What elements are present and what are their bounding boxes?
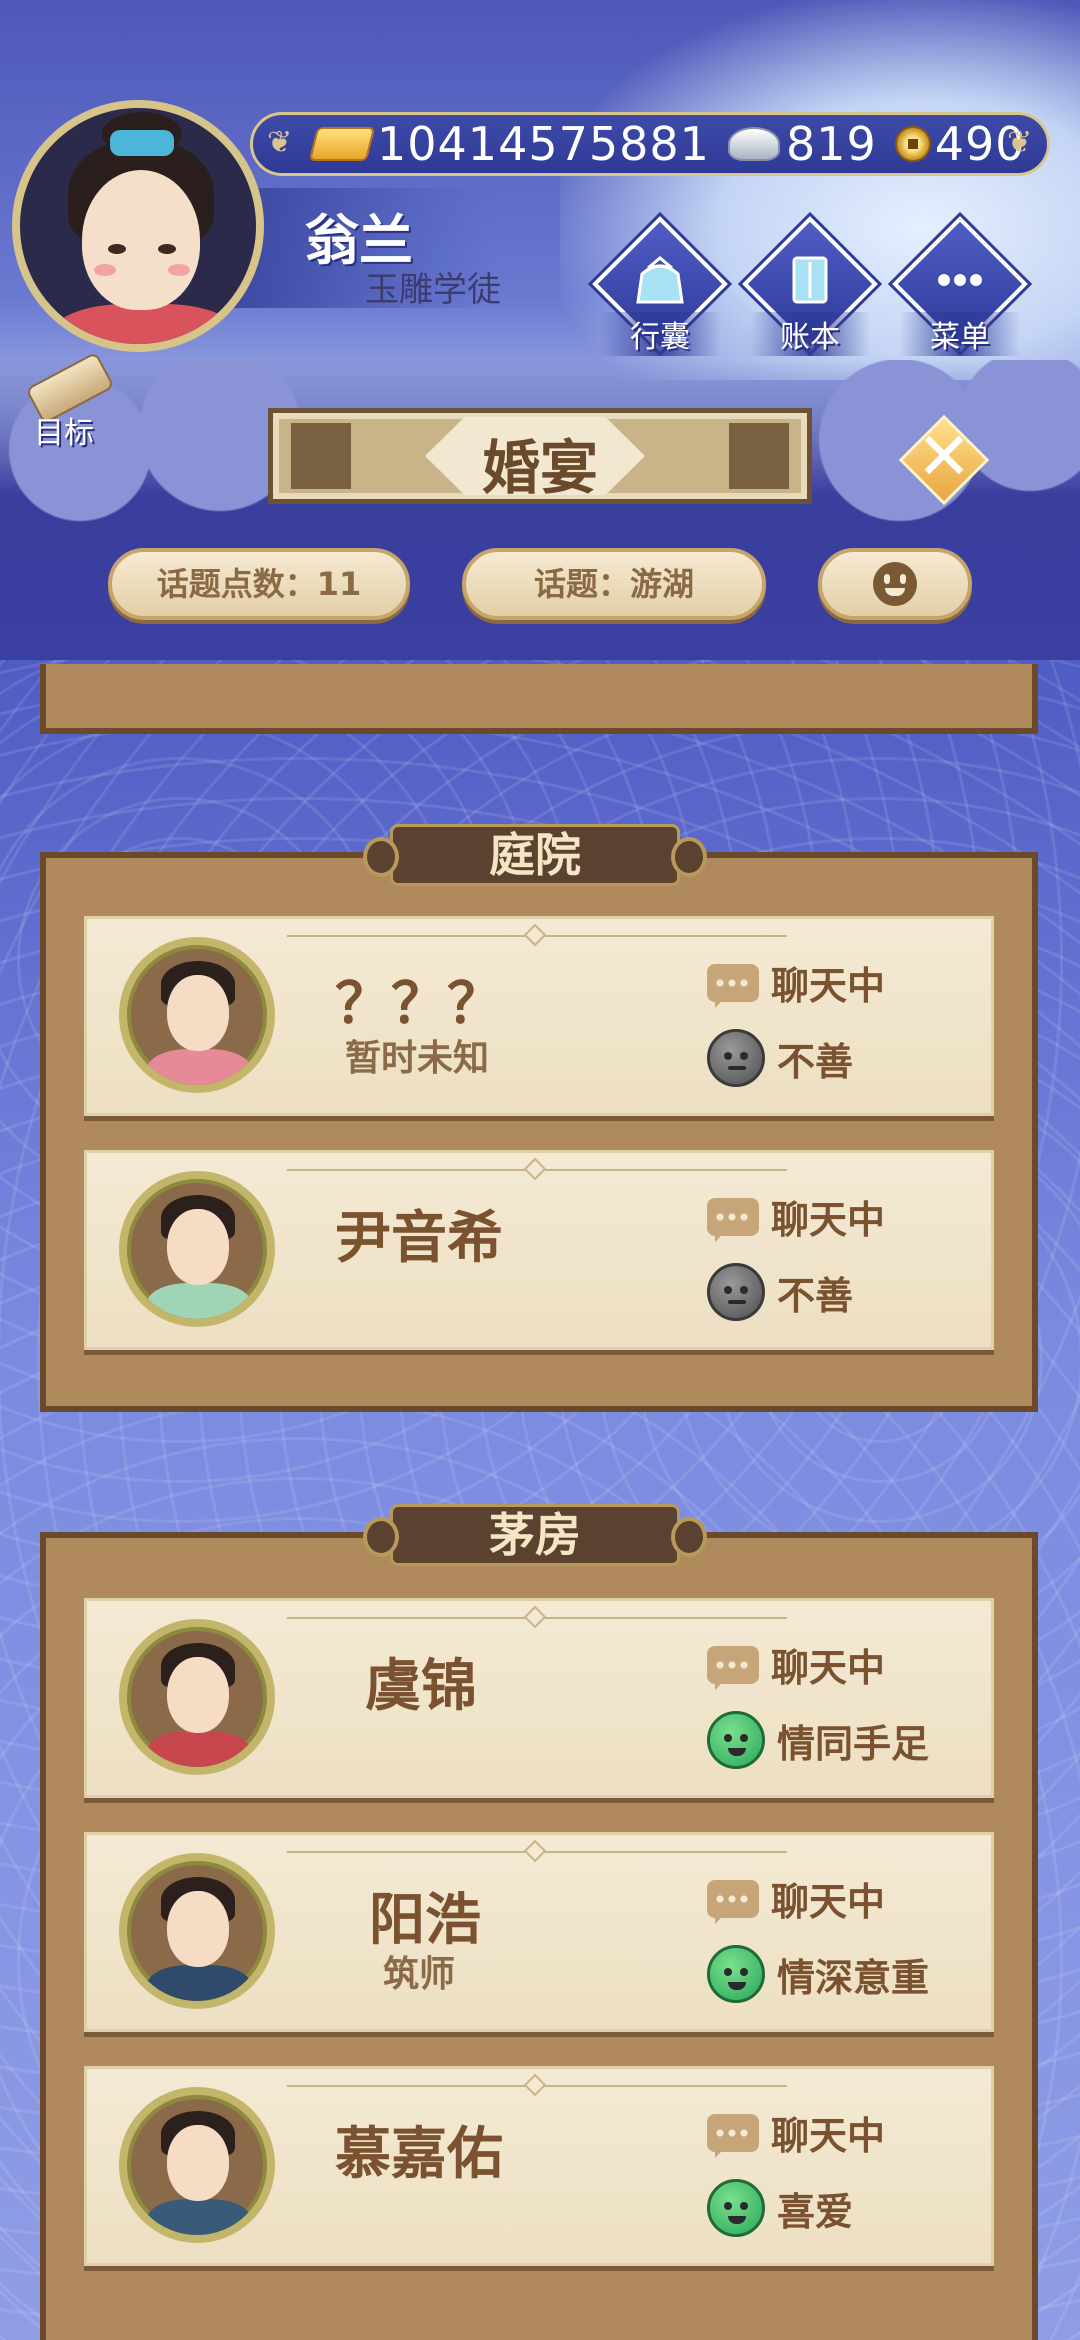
section-title-courtyard: 庭院 <box>363 824 707 886</box>
previous-section-panel <box>40 664 1038 734</box>
guest-avatar <box>119 2087 275 2243</box>
topic-points-pill: 话题点数：11 <box>108 548 410 620</box>
bag-button[interactable]: 行囊 <box>592 216 728 356</box>
chat-bubble-icon <box>707 963 759 1008</box>
mood-good-icon <box>707 1945 765 2003</box>
close-icon: ✕ <box>916 418 972 495</box>
chat-status: 聊天中 <box>707 1871 885 1926</box>
chat-bubble-icon <box>707 1879 759 1924</box>
section-title-privy: 茅房 <box>363 1504 707 1566</box>
menu-label: 菜单 <box>900 312 1020 356</box>
page-title-plate: 婚宴 <box>268 408 812 504</box>
mood-bad-icon <box>707 1263 765 1321</box>
chat-status: 聊天中 <box>707 1189 885 1244</box>
guest-card[interactable]: 阳浩 筑师 聊天中 情深意重 <box>84 1832 994 2032</box>
guest-card[interactable]: 尹音希 聊天中 不善 <box>84 1150 994 1350</box>
guest-name: ？？？ <box>335 972 503 1037</box>
guest-name: 阳浩 <box>369 1888 481 1953</box>
silver-amount: 819 <box>785 117 877 171</box>
topic-label: 话题：游湖 <box>533 565 694 603</box>
guest-avatar <box>119 1619 275 1775</box>
silver-ingot-icon <box>727 127 780 161</box>
bag-label: 行囊 <box>600 312 720 356</box>
bamboo-left-icon: ❦ <box>267 125 293 160</box>
mood-bad-icon <box>707 1029 765 1087</box>
guest-avatar <box>119 937 275 1093</box>
ledger-icon <box>792 256 828 304</box>
menu-button[interactable]: 菜单 <box>892 216 1028 356</box>
player-avatar[interactable] <box>12 100 264 352</box>
more-icon <box>938 274 982 286</box>
close-button[interactable]: ✕ <box>898 414 990 506</box>
guest-avatar <box>119 1171 275 1327</box>
smile-icon <box>873 562 917 606</box>
resource-bar: ❦ 10414575881 819 490 ❦ <box>250 112 1050 176</box>
copper-coin-icon <box>894 126 931 162</box>
mood-good-icon <box>707 2179 765 2237</box>
player-title: 玉雕学徒 <box>365 270 501 310</box>
chat-bubble-icon <box>707 1197 759 1242</box>
chat-status: 聊天中 <box>707 955 885 1010</box>
mood-status: 喜爱 <box>707 2179 853 2237</box>
mood-good-icon <box>707 1711 765 1769</box>
chat-bubble-icon <box>707 1645 759 1690</box>
goal-label: 目标 <box>34 416 94 451</box>
bag-icon <box>636 256 684 304</box>
emoji-button[interactable] <box>818 548 972 620</box>
ledger-label: 账本 <box>750 312 870 356</box>
mood-status: 不善 <box>707 1029 853 1087</box>
guest-subtitle: 暂时未知 <box>345 1038 490 1079</box>
guest-subtitle: 筑师 <box>383 1954 456 1995</box>
guest-name: 虞锦 <box>365 1654 477 1719</box>
topic-points-label: 话题点数：11 <box>156 565 362 603</box>
page-title: 婚宴 <box>481 434 598 502</box>
guest-card[interactable]: ？？？ 暂时未知 聊天中 不善 <box>84 916 994 1116</box>
guest-name: 尹音希 <box>335 1206 503 1271</box>
chat-bubble-icon <box>707 2113 759 2158</box>
mood-status: 情同手足 <box>707 1711 929 1769</box>
mood-status: 情深意重 <box>707 1945 929 2003</box>
guest-name: 慕嘉佑 <box>335 2122 503 2187</box>
mood-status: 不善 <box>707 1263 853 1321</box>
chat-status: 聊天中 <box>707 2105 885 2160</box>
guest-card[interactable]: 虞锦 聊天中 情同手足 <box>84 1598 994 1798</box>
gold-ingot-icon <box>308 127 376 161</box>
ledger-button[interactable]: 账本 <box>742 216 878 356</box>
gold-amount: 10414575881 <box>377 117 710 171</box>
topic-selector-pill[interactable]: 话题：游湖 <box>462 548 766 620</box>
bamboo-right-icon: ❦ <box>1007 125 1033 160</box>
guest-avatar <box>119 1853 275 2009</box>
goal-button[interactable]: 目标 <box>14 351 124 451</box>
chat-status: 聊天中 <box>707 1637 885 1692</box>
guest-card[interactable]: 慕嘉佑 聊天中 喜爱 <box>84 2066 994 2266</box>
